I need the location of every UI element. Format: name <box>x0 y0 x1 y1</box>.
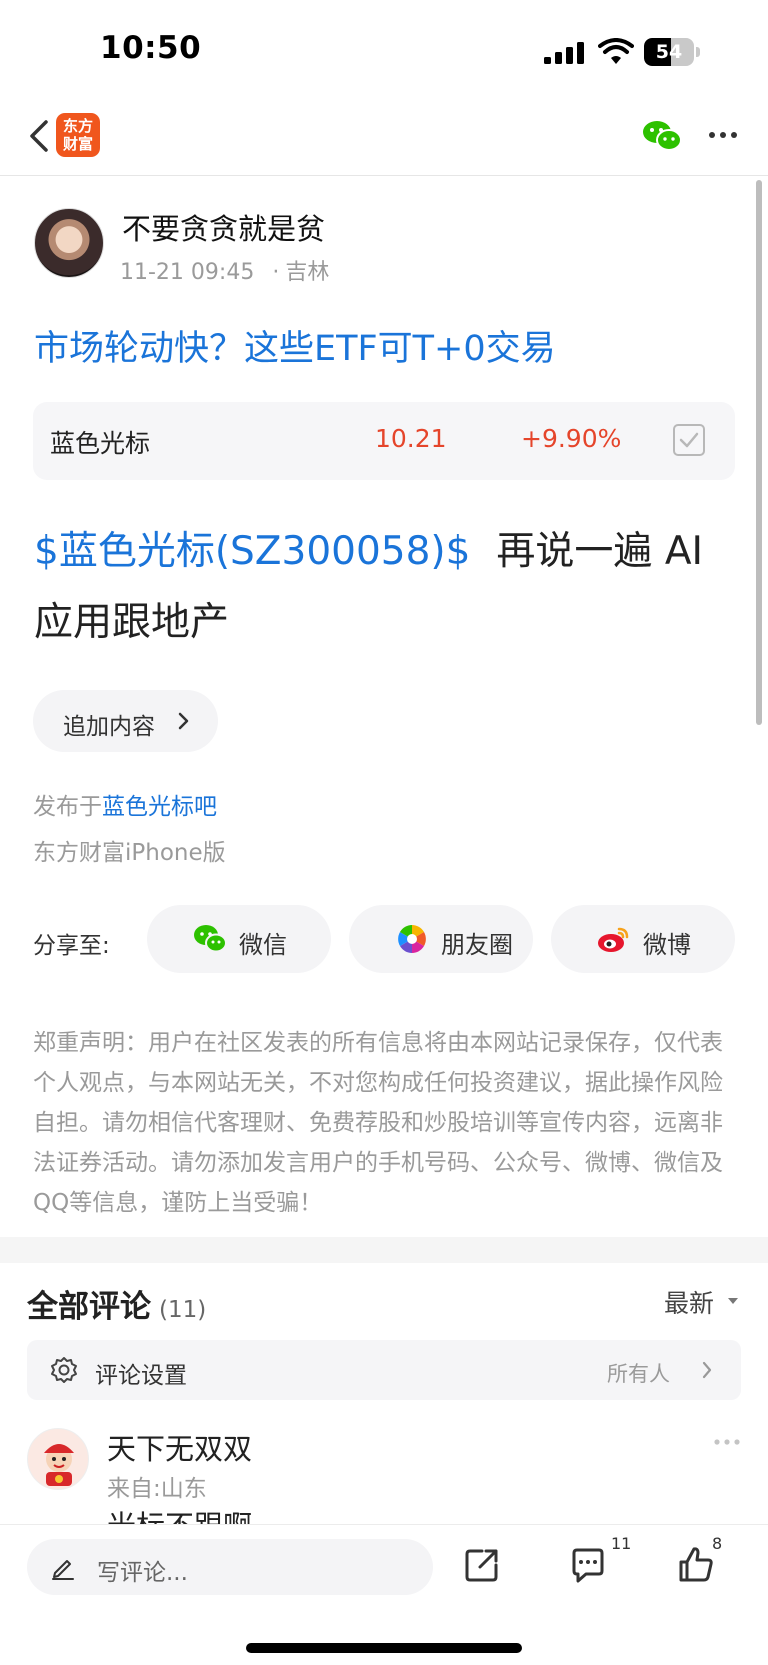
stock-price: 10.21 <box>375 424 447 453</box>
append-content-button[interactable]: 追加内容 <box>33 690 218 752</box>
append-content-label: 追加内容 <box>63 714 155 740</box>
like-count-badge: 8 <box>712 1534 723 1553</box>
comment-more-icon[interactable] <box>712 1436 742 1448</box>
commenter-avatar[interactable] <box>27 1428 89 1490</box>
more-icon[interactable] <box>706 120 740 150</box>
scrollbar[interactable] <box>756 180 762 725</box>
share-weibo-label: 微博 <box>643 931 691 959</box>
disclaimer-text: 郑重声明：用户在社区发表的所有信息将由本网站记录保存，仅代表个人观点，与本网站无… <box>33 1030 723 1216</box>
comments-count: (11) <box>159 1297 207 1323</box>
battery-level-text: 54 <box>655 41 683 63</box>
home-indicator <box>246 1643 522 1653</box>
share-icon[interactable] <box>462 1545 502 1585</box>
comment-origin: 来自:山东 <box>107 1476 207 1502</box>
mascot-avatar-image <box>44 1444 74 1486</box>
comments-title: 全部评论 (11) <box>27 1281 206 1326</box>
share-moments-button[interactable]: 朋友圈 <box>349 905 533 973</box>
comment-settings-value: 所有人 <box>607 1362 670 1386</box>
write-comment-input[interactable]: 写评论... <box>27 1539 433 1595</box>
share-label: 分享至: <box>33 933 110 959</box>
author-avatar[interactable] <box>34 208 104 278</box>
wifi-icon <box>598 38 634 64</box>
share-wechat-button[interactable]: 微信 <box>147 905 331 973</box>
post-body: $蓝色光标(SZ300058)$ 再说一遍 AI应用跟地产 <box>34 516 738 658</box>
author-name[interactable]: 不要贪贪就是贫 <box>122 206 325 248</box>
caret-down-icon[interactable] <box>726 1296 740 1306</box>
stock-tag-link[interactable]: $蓝色光标(SZ300058)$ <box>34 529 470 574</box>
status-time: 10:50 <box>100 30 202 66</box>
comment-icon[interactable] <box>568 1545 608 1585</box>
wechat-icon[interactable] <box>642 118 682 154</box>
post-date: 11-21 09:45 <box>120 260 255 285</box>
post-client: 东方财富iPhone版 <box>33 840 226 866</box>
section-divider <box>0 1237 768 1263</box>
cellular-signal-icon <box>544 42 584 64</box>
sort-dropdown[interactable]: 最新 <box>664 1284 714 1320</box>
pen-icon <box>52 1560 74 1580</box>
battery-icon: 54 <box>644 38 700 66</box>
stock-name: 蓝色光标 <box>50 429 151 458</box>
stock-bar-link[interactable]: 蓝色光标吧 <box>102 794 217 820</box>
like-icon[interactable] <box>676 1545 716 1585</box>
post-title[interactable]: 市场轮动快？这些ETF可T+0交易 <box>34 320 556 371</box>
stock-change: +9.90% <box>521 424 622 453</box>
published-prefix: 发布于 <box>33 794 102 820</box>
wechat-icon <box>194 925 227 953</box>
app-logo[interactable]: 东方 财富 <box>56 113 100 157</box>
post-location: 吉林 <box>285 260 330 285</box>
comment-settings-row[interactable]: 评论设置 所有人 <box>27 1340 741 1400</box>
chevron-right-icon <box>702 1361 712 1379</box>
share-wechat-label: 微信 <box>239 931 287 959</box>
weibo-icon <box>598 927 629 952</box>
comment-settings-label: 评论设置 <box>95 1363 187 1389</box>
status-bar: 10:50 54 <box>0 0 768 100</box>
post-meta: 11-21 09:45 · 吉林 <box>120 254 329 286</box>
gear-icon <box>51 1357 77 1383</box>
stock-quote-card[interactable]: 蓝色光标 10.21 +9.90% <box>33 402 735 480</box>
bottom-action-bar: 写评论... 11 8 <box>0 1524 768 1665</box>
comments-title-label: 全部评论 <box>27 1289 151 1325</box>
chevron-right-icon <box>178 712 189 730</box>
comment-count-badge: 11 <box>611 1534 632 1553</box>
share-weibo-button[interactable]: 微博 <box>551 905 735 973</box>
meta-separator: · <box>272 260 280 285</box>
add-watchlist-checkbox[interactable] <box>673 424 705 456</box>
check-icon <box>679 432 699 448</box>
moments-icon <box>398 925 426 953</box>
share-moments-label: 朋友圈 <box>441 931 513 959</box>
published-in: 发布于蓝色光标吧 <box>33 787 217 821</box>
commenter-name[interactable]: 天下无双双 <box>107 1426 252 1468</box>
nav-bar: 东方 财富 <box>0 100 768 176</box>
write-comment-placeholder: 写评论... <box>97 1560 188 1586</box>
